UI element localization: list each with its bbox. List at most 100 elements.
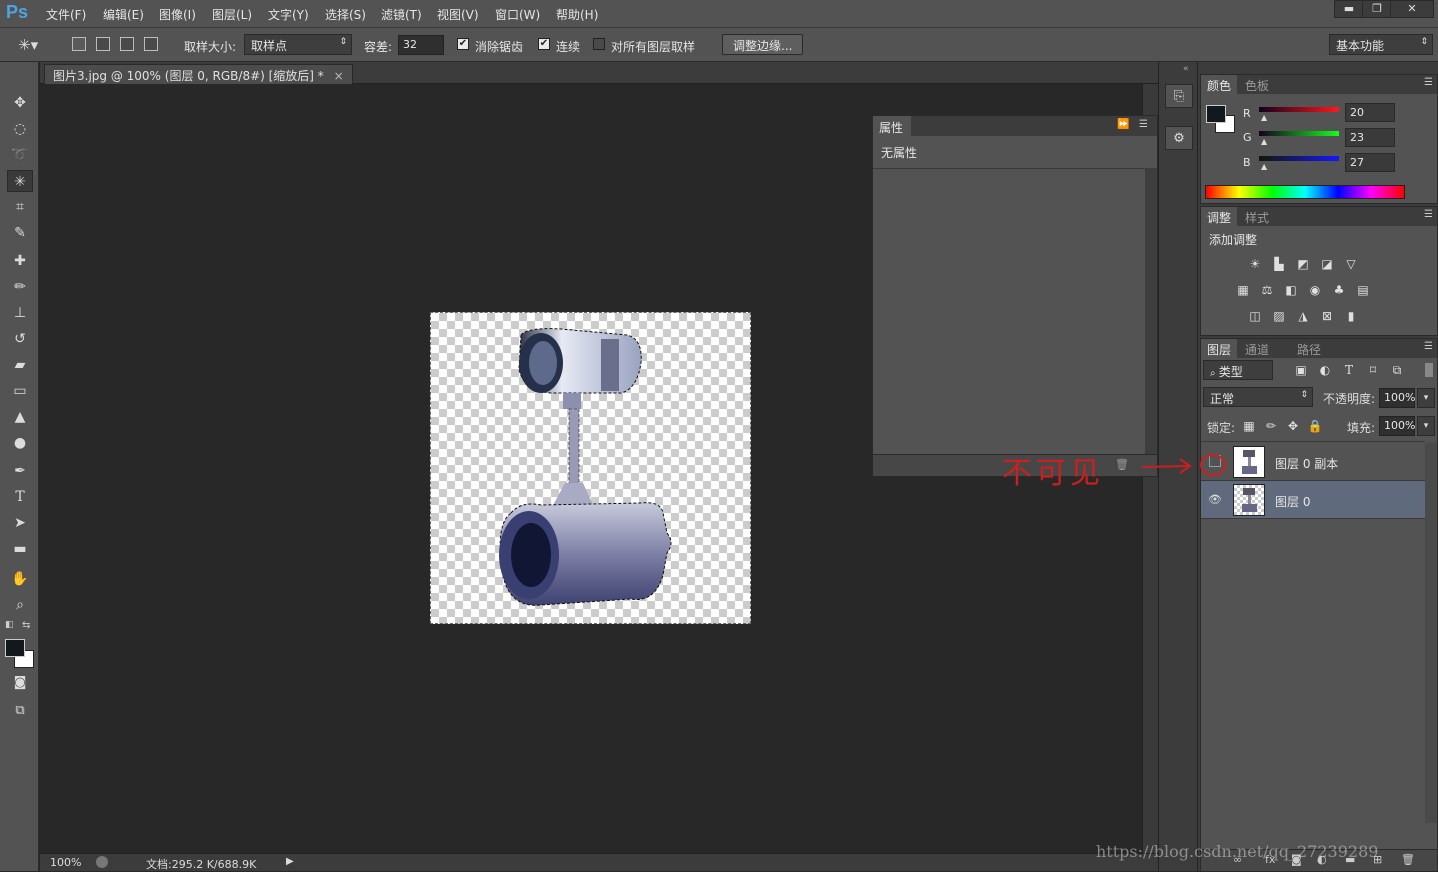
sample-all-layers-checkbox[interactable] — [593, 38, 605, 50]
tab-channels[interactable]: 通道 — [1239, 339, 1275, 358]
channel-mixer-icon[interactable]: ♣ — [1331, 283, 1347, 297]
menu-image[interactable]: 图像(I) — [159, 6, 196, 23]
tab-color[interactable]: 颜色 — [1201, 75, 1238, 94]
foreground-color-swatch[interactable] — [1206, 105, 1226, 123]
dodge-tool-icon[interactable]: ● — [7, 432, 33, 454]
menu-edit[interactable]: 编辑(E) — [103, 6, 144, 23]
refine-edge-button[interactable]: 调整边缘... — [722, 34, 804, 55]
properties-panel-icon[interactable]: ⚙ — [1165, 126, 1193, 150]
posterize-icon[interactable]: ▨ — [1271, 309, 1287, 323]
antialias-checkbox[interactable]: ✔ — [457, 38, 469, 50]
move-tool-icon[interactable]: ✥ — [7, 92, 33, 114]
menu-filter[interactable]: 滤镜(T) — [381, 6, 422, 23]
properties-scrollbar[interactable] — [1145, 168, 1157, 454]
color-balance-icon[interactable]: ⚖ — [1259, 283, 1275, 297]
filter-smart-object-icon[interactable]: ⧉ — [1389, 363, 1405, 377]
layer-name[interactable]: 图层 0 — [1275, 493, 1310, 510]
document-tab[interactable]: 图片3.jpg @ 100% (图层 0, RGB/8#) [缩放后] * × — [44, 64, 353, 84]
blue-slider-handle[interactable]: ▲ — [1261, 162, 1267, 171]
rectangle-tool-icon[interactable]: ▬ — [7, 538, 33, 560]
status-info-icon[interactable] — [96, 856, 108, 868]
tab-adjustments[interactable]: 调整 — [1201, 207, 1238, 226]
brightness-contrast-icon[interactable]: ☀ — [1247, 257, 1263, 271]
layer-row-base[interactable]: 👁 图层 0 — [1201, 481, 1425, 519]
invert-icon[interactable]: ◫ — [1247, 309, 1263, 323]
panel-menu-icon[interactable]: ☰ — [1139, 119, 1148, 130]
menu-window[interactable]: 窗口(W) — [495, 6, 540, 23]
menu-select[interactable]: 选择(S) — [325, 6, 366, 23]
filter-toggle-icon[interactable] — [1425, 363, 1433, 377]
exposure-icon[interactable]: ◪ — [1319, 257, 1335, 271]
crop-tool-icon[interactable]: ⌗ — [7, 196, 33, 218]
default-colors-icon[interactable]: ◧ — [5, 620, 14, 630]
menu-file[interactable]: 文件(F) — [46, 6, 86, 23]
document-canvas[interactable] — [430, 312, 751, 624]
zoom-level[interactable]: 100% — [50, 856, 81, 869]
blur-tool-icon[interactable]: ▲ — [7, 406, 33, 428]
eyedropper-tool-icon[interactable]: ✎ — [7, 222, 33, 244]
opacity-input[interactable]: 100% — [1379, 388, 1415, 408]
color-spectrum-ramp[interactable] — [1205, 185, 1405, 199]
menu-type[interactable]: 文字(Y) — [268, 6, 309, 23]
type-tool-icon[interactable]: T — [7, 486, 33, 508]
add-selection-icon[interactable] — [96, 37, 110, 51]
lock-transparent-icon[interactable]: ▦ — [1241, 419, 1257, 433]
gradient-tool-icon[interactable]: ▭ — [7, 380, 33, 402]
workspace-select[interactable]: 基本功能 ⇕ — [1329, 34, 1433, 55]
path-selection-tool-icon[interactable]: ➤ — [7, 512, 33, 534]
curves-icon[interactable]: ◩ — [1295, 257, 1311, 271]
marquee-tool-icon[interactable]: ◌ — [7, 118, 33, 140]
fill-input[interactable]: 100% — [1379, 416, 1415, 436]
black-white-icon[interactable]: ◧ — [1283, 283, 1299, 297]
eye-icon[interactable]: 👁 — [1207, 493, 1223, 507]
filter-shape-icon[interactable]: ⌑ — [1365, 363, 1381, 377]
lock-image-icon[interactable]: ✏ — [1263, 419, 1279, 433]
blue-value[interactable]: 27 — [1345, 153, 1395, 172]
collapse-dock-icon[interactable]: « — [1183, 64, 1189, 74]
hand-tool-icon[interactable]: ✋ — [7, 568, 33, 590]
contiguous-checkbox[interactable]: ✔ — [538, 38, 550, 50]
menu-layer[interactable]: 图层(L) — [212, 6, 252, 23]
close-tab-icon[interactable]: × — [334, 69, 344, 83]
chevron-down-icon[interactable]: ▾ — [1417, 388, 1435, 408]
gradient-map-icon[interactable]: ▮ — [1343, 309, 1359, 323]
blue-slider[interactable] — [1259, 156, 1339, 161]
tolerance-input[interactable]: 32 — [398, 35, 444, 55]
tab-properties[interactable]: 属性 — [873, 116, 911, 136]
history-brush-tool-icon[interactable]: ↺ — [7, 328, 33, 350]
red-slider[interactable] — [1259, 107, 1339, 112]
lock-position-icon[interactable]: ✥ — [1285, 419, 1301, 433]
zoom-tool-icon[interactable]: ⌕ — [7, 594, 33, 616]
tab-layers[interactable]: 图层 — [1201, 339, 1238, 358]
green-slider[interactable] — [1259, 131, 1339, 136]
history-panel-icon[interactable]: ⎘ — [1165, 84, 1193, 108]
foreground-color-swatch[interactable] — [5, 639, 25, 657]
screen-mode-icon[interactable]: ⧉ — [7, 700, 33, 722]
panel-menu-icon[interactable]: ☰ — [1424, 341, 1433, 352]
quick-mask-icon[interactable]: ◙ — [7, 672, 33, 694]
color-lookup-icon[interactable]: ▤ — [1355, 283, 1371, 297]
blend-mode-select[interactable]: 正常 ⇕ — [1203, 387, 1313, 407]
subtract-selection-icon[interactable] — [120, 37, 134, 51]
filter-pixel-icon[interactable]: ▣ — [1293, 363, 1309, 377]
filter-adjustment-icon[interactable]: ◐ — [1317, 363, 1333, 377]
tab-styles[interactable]: 样式 — [1239, 207, 1275, 226]
tab-swatches[interactable]: 色板 — [1239, 75, 1275, 94]
menu-help[interactable]: 帮助(H) — [556, 6, 598, 23]
lock-all-icon[interactable]: 🔒 — [1307, 419, 1323, 433]
tab-paths[interactable]: 路径 — [1291, 339, 1327, 358]
selective-color-icon[interactable]: ⊠ — [1319, 309, 1335, 323]
layer-row-copy[interactable]: 图层 0 副本 — [1201, 443, 1425, 481]
delete-layer-icon[interactable]: 🗑 — [1401, 853, 1415, 866]
sample-size-select[interactable]: 取样点 ⇕ — [244, 34, 352, 55]
green-value[interactable]: 23 — [1345, 128, 1395, 147]
trash-icon[interactable]: 🗑 — [1115, 458, 1129, 471]
layer-name[interactable]: 图层 0 副本 — [1275, 455, 1338, 472]
magic-wand-tool-icon[interactable]: ✳ — [7, 170, 33, 192]
green-slider-handle[interactable]: ▲ — [1261, 137, 1267, 146]
status-menu-arrow-icon[interactable]: ▶ — [286, 856, 294, 867]
magic-wand-preset-icon[interactable]: ✳▾ — [18, 36, 38, 54]
chevron-down-icon[interactable]: ▾ — [1417, 416, 1435, 436]
panel-menu-icon[interactable]: ☰ — [1424, 77, 1433, 88]
eraser-tool-icon[interactable]: ▰ — [7, 354, 33, 376]
